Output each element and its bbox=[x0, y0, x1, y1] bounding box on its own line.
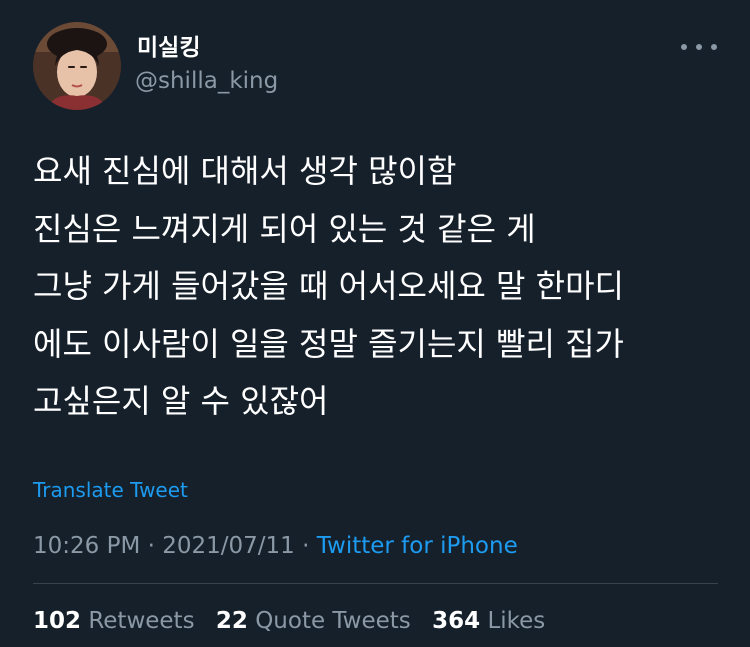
likes-stat[interactable]: 364 Likes bbox=[432, 605, 545, 637]
retweets-label: Retweets bbox=[88, 608, 195, 634]
quote-tweets-label: Quote Tweets bbox=[255, 608, 411, 634]
avatar[interactable] bbox=[33, 22, 121, 110]
meta-separator: · bbox=[140, 533, 163, 559]
quote-tweets-stat[interactable]: 22 Quote Tweets bbox=[216, 605, 411, 637]
more-dot bbox=[711, 44, 717, 50]
tweet-date[interactable]: 2021/07/11 bbox=[162, 533, 295, 559]
avatar-image bbox=[33, 22, 121, 110]
divider bbox=[33, 583, 718, 584]
tweet-text-line: 에도 이사람이 일을 정말 즐기는지 빨리 집가 bbox=[33, 324, 624, 363]
tweet-text-line: 그냥 가게 들어갔을 때 어서오세요 말 한마디 bbox=[33, 267, 624, 305]
retweets-count: 102 bbox=[33, 608, 82, 634]
meta-separator: · bbox=[294, 533, 317, 559]
author-handle[interactable]: @shilla_king bbox=[135, 66, 278, 96]
author-display-name[interactable]: 미실킹 bbox=[137, 34, 200, 62]
likes-label: Likes bbox=[487, 608, 546, 634]
tweet-source-link[interactable]: Twitter for iPhone bbox=[317, 533, 518, 559]
tweet-time[interactable]: 10:26 PM bbox=[33, 533, 140, 559]
tweet-text: 요새 진심에 대해서 생각 많이함 진심은 느껴지게 되어 있는 것 같은 게 … bbox=[33, 143, 723, 431]
translate-tweet-link[interactable]: Translate Tweet bbox=[33, 477, 188, 503]
tweet-meta: 10:26 PM · 2021/07/11 · Twitter for iPho… bbox=[33, 530, 518, 562]
retweets-stat[interactable]: 102 Retweets bbox=[33, 605, 195, 637]
quote-tweets-count: 22 bbox=[215, 608, 248, 634]
tweet-text-line: 고싶은지 알 수 있잖어 bbox=[33, 382, 329, 420]
likes-count: 364 bbox=[432, 608, 481, 634]
more-horizontal-icon[interactable] bbox=[681, 36, 717, 58]
more-dot bbox=[696, 44, 702, 50]
tweet-text-line: 진심은 느껴지게 되어 있는 것 같은 게 bbox=[33, 209, 536, 248]
more-dot bbox=[681, 44, 687, 50]
tweet-stats: 102 Retweets 22 Quote Tweets 364 Likes bbox=[33, 605, 559, 637]
tweet-text-line: 요새 진심에 대해서 생각 많이함 bbox=[33, 152, 457, 190]
